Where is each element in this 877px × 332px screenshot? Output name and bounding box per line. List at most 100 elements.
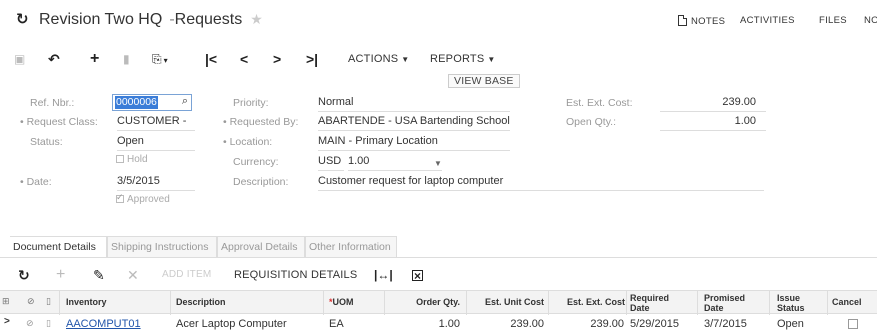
column-header-required-date[interactable]: Required Date [630,293,682,313]
tab-shipping-instructions[interactable]: Shipping Instructions [107,236,217,258]
first-record-icon[interactable]: |< [205,50,217,68]
est-ext-cost-field: 239.00 [660,95,766,112]
description-field[interactable]: Customer request for laptop computer [318,174,764,191]
est-ext-cost-cell[interactable]: 239.00 [552,318,624,330]
ref-nbr-label: Ref. Nbr.: [30,97,75,109]
row-attachment-icon[interactable]: ⊘ [26,318,34,329]
previous-record-icon[interactable]: < [240,50,248,68]
actions-menu[interactable]: ACTIONS ▼ [348,50,409,68]
tab-divider [0,257,877,258]
order-qty-cell[interactable]: 1.00 [388,318,460,330]
required-marker: • [20,116,27,128]
search-icon[interactable]: ⌕ [182,95,188,108]
add-icon[interactable]: + [90,50,99,68]
files-button[interactable]: FILES [819,15,847,26]
currency-field[interactable]: USD [318,154,344,171]
currency-rate-dropdown-icon[interactable]: ▼ [434,159,442,168]
save-icon[interactable]: ▣ [14,50,25,68]
copy-paste-icon[interactable]: ⎘ ▾ [152,50,168,68]
requested-by-label-text: Requested By: [229,116,299,128]
excel-icon [412,267,423,285]
grid-delete-row-icon[interactable]: ✕ [127,266,139,284]
request-class-field[interactable]: CUSTOMER - [117,114,195,131]
date-label-text: Date: [26,176,52,188]
column-header-uom[interactable]: *UOM [329,297,354,308]
add-item-button[interactable]: ADD ITEM [162,266,211,284]
fit-columns-icon[interactable]: |↔| [374,266,393,284]
request-class-label-text: Request Class: [26,116,98,128]
hold-label: Hold [127,154,148,165]
location-field[interactable]: MAIN - Primary Location [318,134,510,151]
date-label: • Date: [20,176,52,188]
ref-nbr-input[interactable]: 0000006 ⌕ [112,94,192,111]
column-header-issue-status[interactable]: Issue Status [777,293,813,313]
location-label: • Location: [223,136,272,148]
actions-label: ACTIONS [348,53,399,65]
grid-add-row-icon[interactable]: + [56,266,65,284]
open-qty-label: Open Qty.: [566,116,616,128]
approved-checkbox-box [116,192,124,203]
column-header-cancel[interactable]: Cancel [832,297,862,308]
app-title: Revision Two HQ [39,11,163,28]
row-notes-icon[interactable]: ▯ [46,318,51,329]
uom-cell[interactable]: EA [329,318,344,330]
title-bar: ↻ Revision Two HQ -Requests ★ NOTES ACTIVI… [0,0,877,40]
reports-caret-icon: ▼ [487,55,496,64]
view-base-button[interactable]: VIEW BASE [448,74,520,88]
description-cell[interactable]: Acer Laptop Computer [176,318,287,330]
delete-icon[interactable]: ▮ [123,50,130,68]
required-date-cell[interactable]: 5/29/2015 [630,318,679,330]
column-header-description[interactable]: Description [176,297,226,308]
column-divider [827,291,828,315]
est-ext-cost-label: Est. Ext. Cost: [566,97,633,109]
tab-approval-details[interactable]: Approval Details [217,236,305,258]
approved-checkbox: Approved [116,192,170,205]
column-divider [466,291,467,315]
current-row-indicator-icon: > [4,316,10,327]
undo-icon[interactable]: ↶ [48,50,60,68]
column-divider [384,291,385,315]
request-form: Ref. Nbr.: 0000006 ⌕ • Request Class: CU… [0,74,877,230]
activities-button[interactable]: ACTIVITIES [740,15,795,26]
cancel-checkbox[interactable] [848,319,858,329]
tab-document-details[interactable]: Document Details [10,236,107,258]
requisition-details-button[interactable]: REQUISITION DETAILS [234,266,357,284]
column-divider [697,291,698,315]
export-excel-icon[interactable] [412,266,423,285]
issue-status-cell[interactable]: Open [777,318,804,330]
column-header-est-unit-cost[interactable]: Est. Unit Cost [470,297,544,308]
notes-button[interactable]: NOTES [678,15,725,27]
hold-checkbox[interactable]: Hold [116,154,148,165]
uom-header-text: UOM [332,297,354,307]
column-divider [769,291,770,315]
column-header-order-qty[interactable]: Order Qty. [388,297,460,308]
grid-edit-icon[interactable]: ✎ [93,266,105,284]
priority-field[interactable]: Normal [318,95,510,112]
est-unit-cost-cell[interactable]: 239.00 [470,318,544,330]
column-header-inventory[interactable]: Inventory [66,297,107,308]
requested-by-field[interactable]: ABARTENDE - USA Bartending School [318,114,510,131]
last-record-icon[interactable]: >| [306,50,318,68]
status-field[interactable]: Open [117,134,195,151]
column-header-promised-date[interactable]: Promised Date [704,293,754,313]
next-record-icon[interactable]: > [273,50,281,68]
description-label: Description: [233,176,289,188]
favorite-star-icon[interactable]: ★ [250,11,263,27]
reports-menu[interactable]: REPORTS ▼ [430,50,496,68]
column-divider [626,291,627,315]
notes-label: NOTES [691,16,726,27]
notes-icon [678,15,687,26]
grid-header: ⊞ ⊘ ▯ Inventory Description *UOM Order Q… [0,290,877,315]
table-row[interactable]: > ⊘ ▯ AACOMPUT01 Acer Laptop Computer EA… [0,315,877,332]
column-header-est-ext-cost[interactable]: Est. Ext. Cost [552,297,625,308]
notes-column-icon: ▯ [46,296,51,306]
refresh-icon[interactable]: ↻ [16,12,32,28]
grid-refresh-icon[interactable]: ↻ [18,266,30,284]
status-label: Status: [30,136,63,148]
date-field[interactable]: 3/5/2015 [117,174,195,191]
more-button[interactable]: NO [864,15,877,26]
promised-date-cell[interactable]: 3/7/2015 [704,318,747,330]
currency-rate-field[interactable]: 1.00 [348,154,442,171]
tab-other-information[interactable]: Other Information [305,236,397,258]
inventory-cell[interactable]: AACOMPUT01 [66,318,141,330]
